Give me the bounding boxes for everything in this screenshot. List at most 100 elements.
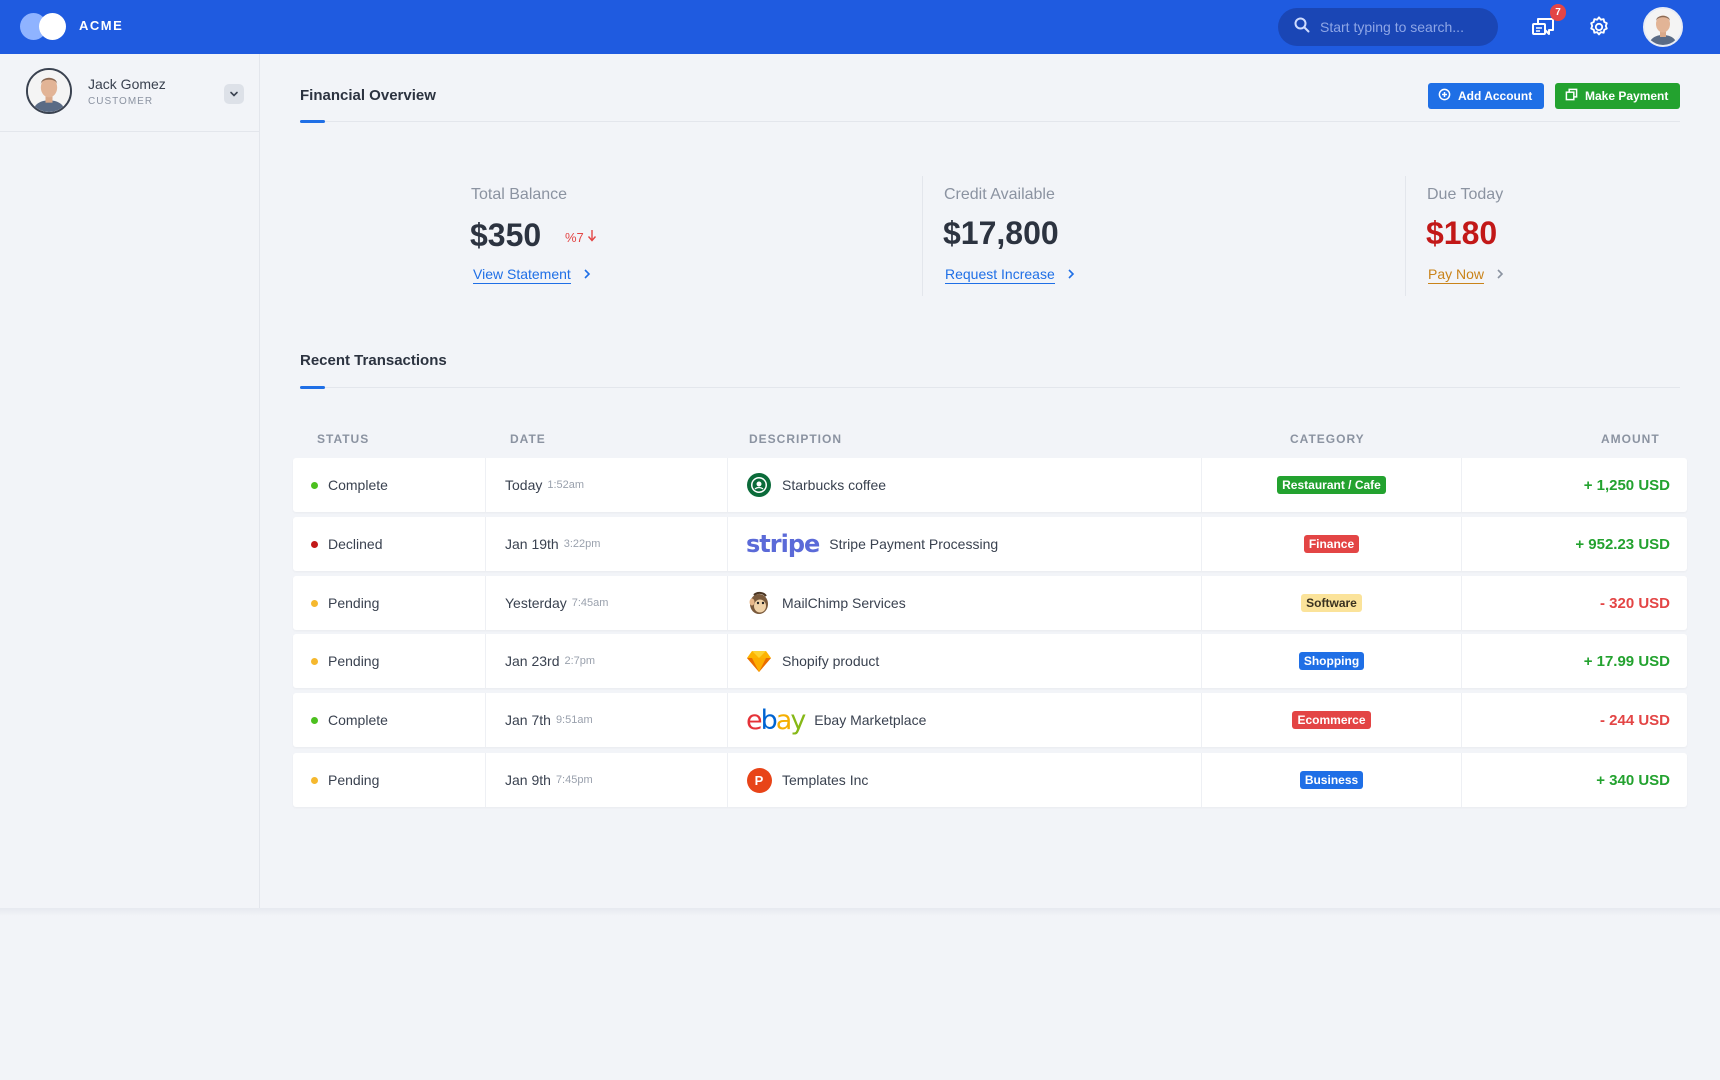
amount-text: - 320 USD [1599,594,1670,612]
user-role: CUSTOMER [88,96,154,107]
sidebar: Jack Gomez CUSTOMER [0,54,260,908]
date-text: Jan 19th [505,536,559,552]
amount-cell: - 320 USD [1462,576,1670,630]
avatar[interactable] [1643,7,1683,47]
table-row[interactable]: Pending Yesterday 7:45am MailChimp Servi… [293,576,1687,630]
category-badge: Ecommerce [1292,711,1371,729]
add-account-button[interactable]: Add Account [1428,83,1544,109]
column-header-amount[interactable]: AMOUNT [1601,432,1660,446]
pay-now-link[interactable]: Pay Now [1428,266,1504,284]
amount-text: + 1,250 USD [1583,476,1670,494]
date-text: Jan 23rd [505,653,560,669]
description-cell: MailChimp Services [746,576,1196,630]
view-statement-label: View Statement [473,266,571,284]
gear-icon[interactable] [1586,14,1612,40]
time-text: 9:51am [555,714,593,726]
user-panel: Jack Gomez CUSTOMER [0,54,260,132]
chevron-right-icon [1067,267,1075,283]
category-cell: Ecommerce [1202,693,1461,747]
description-text: Shopify product [782,653,880,669]
mailchimp-logo-icon [746,590,772,616]
table-row[interactable]: Complete Jan 7th 9:51am ebay Ebay Market… [293,693,1687,747]
section-divider [300,387,1680,388]
amount-text: + 952.23 USD [1575,535,1670,553]
search-box[interactable] [1278,8,1500,46]
cell-divider [485,693,486,747]
cell-divider [485,458,486,512]
amount-cell: + 952.23 USD [1462,517,1670,571]
cell-divider [727,753,728,807]
avatar[interactable] [26,68,72,114]
cell-divider [485,753,486,807]
status-text: Complete [328,712,388,728]
stat-divider [922,176,923,296]
description-cell: stripe Stripe Payment Processing [746,517,1196,571]
make-payment-button[interactable]: Make Payment [1555,83,1680,109]
status-text: Pending [328,595,380,611]
column-header-description[interactable]: DESCRIPTION [749,432,842,446]
column-header-category[interactable]: CATEGORY [1290,432,1365,446]
table-row[interactable]: Declined Jan 19th 3:22pm stripe Stripe P… [293,517,1687,571]
description-text: Templates Inc [782,772,869,788]
status-cell: Declined [293,517,485,571]
date-text: Yesterday [505,595,567,611]
category-badge: Software [1301,594,1362,612]
date-cell: Today 1:52am [505,458,725,512]
date-cell: Jan 19th 3:22pm [505,517,725,571]
add-account-label: Add Account [1458,89,1533,103]
stat-divider [1405,176,1406,296]
templates-logo-icon: P [746,767,772,793]
amount-cell: + 17.99 USD [1462,634,1670,688]
category-cell: Shopping [1202,634,1461,688]
column-header-status[interactable]: STATUS [317,432,369,446]
status-cell: Pending [293,753,485,807]
category-cell: Finance [1202,517,1461,571]
description-text: Ebay Marketplace [814,712,927,728]
total-balance-label: Total Balance [471,186,568,203]
chevron-right-icon [1496,267,1504,283]
chevron-right-icon [583,267,591,283]
amount-text: - 244 USD [1599,711,1670,729]
column-header-date[interactable]: DATE [510,432,546,446]
cell-divider [727,458,728,512]
date-cell: Yesterday 7:45am [505,576,725,630]
status-dot-icon [311,657,318,665]
time-text: 7:45pm [555,774,593,786]
table-row[interactable]: Pending Jan 9th 7:45pm P Templates Inc B… [293,753,1687,807]
table-row[interactable]: Complete Today 1:52am Starbucks coffee R… [293,458,1687,512]
date-cell: Jan 7th 9:51am [505,693,725,747]
page-title: Financial Overview [300,87,436,104]
time-text: 1:52am [547,479,585,491]
cell-divider [485,634,486,688]
amount-cell: + 1,250 USD [1462,458,1670,512]
request-increase-link[interactable]: Request Increase [945,266,1075,284]
view-statement-link[interactable]: View Statement [473,266,591,284]
total-balance-value: $350 [470,217,542,253]
acme-logo-icon[interactable] [20,13,66,40]
description-text: Stripe Payment Processing [829,536,999,552]
credit-available-value: $17,800 [943,215,1059,251]
table-row[interactable]: Pending Jan 23rd 2:7pm Shopify product S… [293,634,1687,688]
category-cell: Restaurant / Cafe [1202,458,1461,512]
chevron-down-icon[interactable] [224,84,244,104]
status-dot-icon [311,599,318,607]
pay-now-label: Pay Now [1428,266,1485,284]
description-cell: ebay Ebay Marketplace [746,693,1196,747]
due-today-label: Due Today [1427,186,1504,203]
ebay-logo-icon: ebay [746,704,806,736]
cell-divider [727,693,728,747]
cell-divider [727,517,728,571]
cell-divider [485,517,486,571]
notification-badge: 7 [1550,4,1566,21]
category-badge: Restaurant / Cafe [1277,476,1386,494]
status-dot-icon [311,540,318,548]
due-today-value: $180 [1426,215,1498,251]
section-accent [300,386,325,389]
date-text: Jan 9th [505,772,551,788]
search-input[interactable] [1320,19,1500,35]
category-cell: Business [1202,753,1461,807]
status-cell: Pending [293,634,485,688]
date-text: Jan 7th [505,712,551,728]
section-accent [300,120,325,123]
trend-value: %7 [565,230,584,245]
